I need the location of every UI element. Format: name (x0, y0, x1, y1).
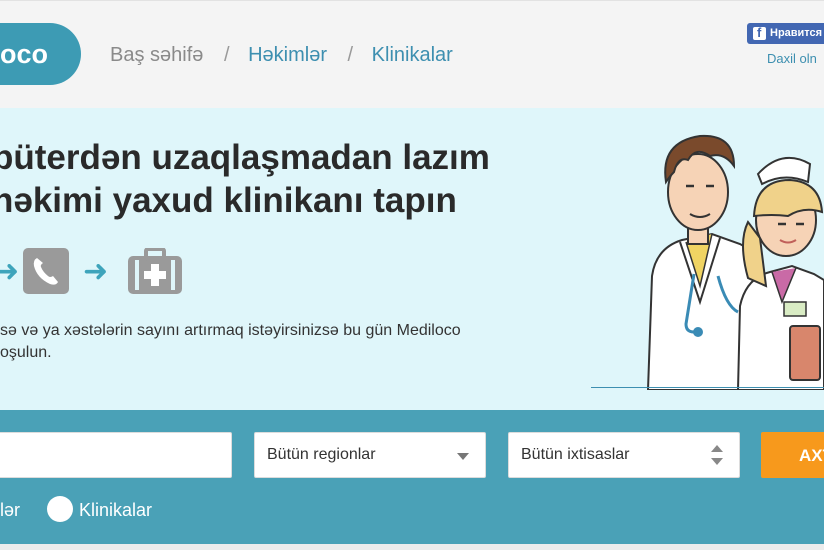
search-button[interactable]: AXT (761, 432, 824, 478)
login-link[interactable]: Daxil oln (767, 51, 817, 66)
bottom-strip (0, 544, 824, 550)
hero-title-line: həkimi yaxud klinikanı tapın (0, 181, 457, 220)
logo[interactable]: oco (0, 23, 81, 85)
hero-description: sə və ya xəstələrin sayını artırmaq istə… (0, 320, 461, 364)
breadcrumb-doctors[interactable]: Həkimlər (248, 44, 327, 67)
region-select-value: Bütün regionlar (267, 446, 376, 463)
search-text-input[interactable] (3, 433, 235, 479)
phone-icon (23, 248, 69, 294)
radio-clinics-label[interactable]: Klinikalar (79, 498, 152, 522)
radio-clinics[interactable] (47, 496, 73, 522)
logo-text: oco (0, 39, 49, 69)
hero-description-line: sə və ya xəstələrin sayını artırmaq istə… (0, 322, 461, 339)
breadcrumb: Baş səhifə / Həkimlər / Klinikalar (110, 44, 453, 67)
search-panel: Bütün regionlar Bütün ixtisaslar AXT lər… (0, 410, 824, 544)
specialty-select-value: Bütün ixtisaslar (521, 446, 630, 463)
chevron-down-icon (457, 453, 469, 460)
facebook-like-label: Нравится (770, 27, 823, 39)
hero-description-line: oşulun. (0, 344, 52, 361)
hero-section: püterdən uzaqlaşmadan lazım həkimi yaxud… (0, 108, 824, 410)
region-select[interactable]: Bütün regionlar (254, 432, 486, 478)
breadcrumb-separator: / (223, 44, 230, 66)
radio-doctors-label[interactable]: lər (0, 498, 20, 522)
breadcrumb-clinics[interactable]: Klinikalar (372, 44, 453, 67)
breadcrumb-home[interactable]: Baş səhifə (110, 44, 203, 67)
facebook-icon: f (753, 25, 766, 40)
medical-kit-icon (128, 247, 182, 294)
breadcrumb-separator: / (347, 44, 354, 66)
doctors-illustration (646, 134, 824, 390)
site-header: oco Baş səhifə / Həkimlər / Klinikalar f… (0, 0, 824, 108)
hero-ground-line (591, 387, 824, 388)
sort-arrows-icon (711, 445, 723, 467)
arrow-right-icon: ➜ (0, 255, 20, 288)
facebook-like-button[interactable]: f Нравится (747, 23, 824, 44)
search-input[interactable] (0, 432, 235, 479)
specialty-select[interactable]: Bütün ixtisaslar (508, 432, 740, 478)
arrow-right-icon: ➜ (83, 255, 109, 288)
hero-title: püterdən uzaqlaşmadan lazım həkimi yaxud… (0, 136, 490, 222)
hero-title-line: püterdən uzaqlaşmadan lazım (0, 138, 490, 177)
